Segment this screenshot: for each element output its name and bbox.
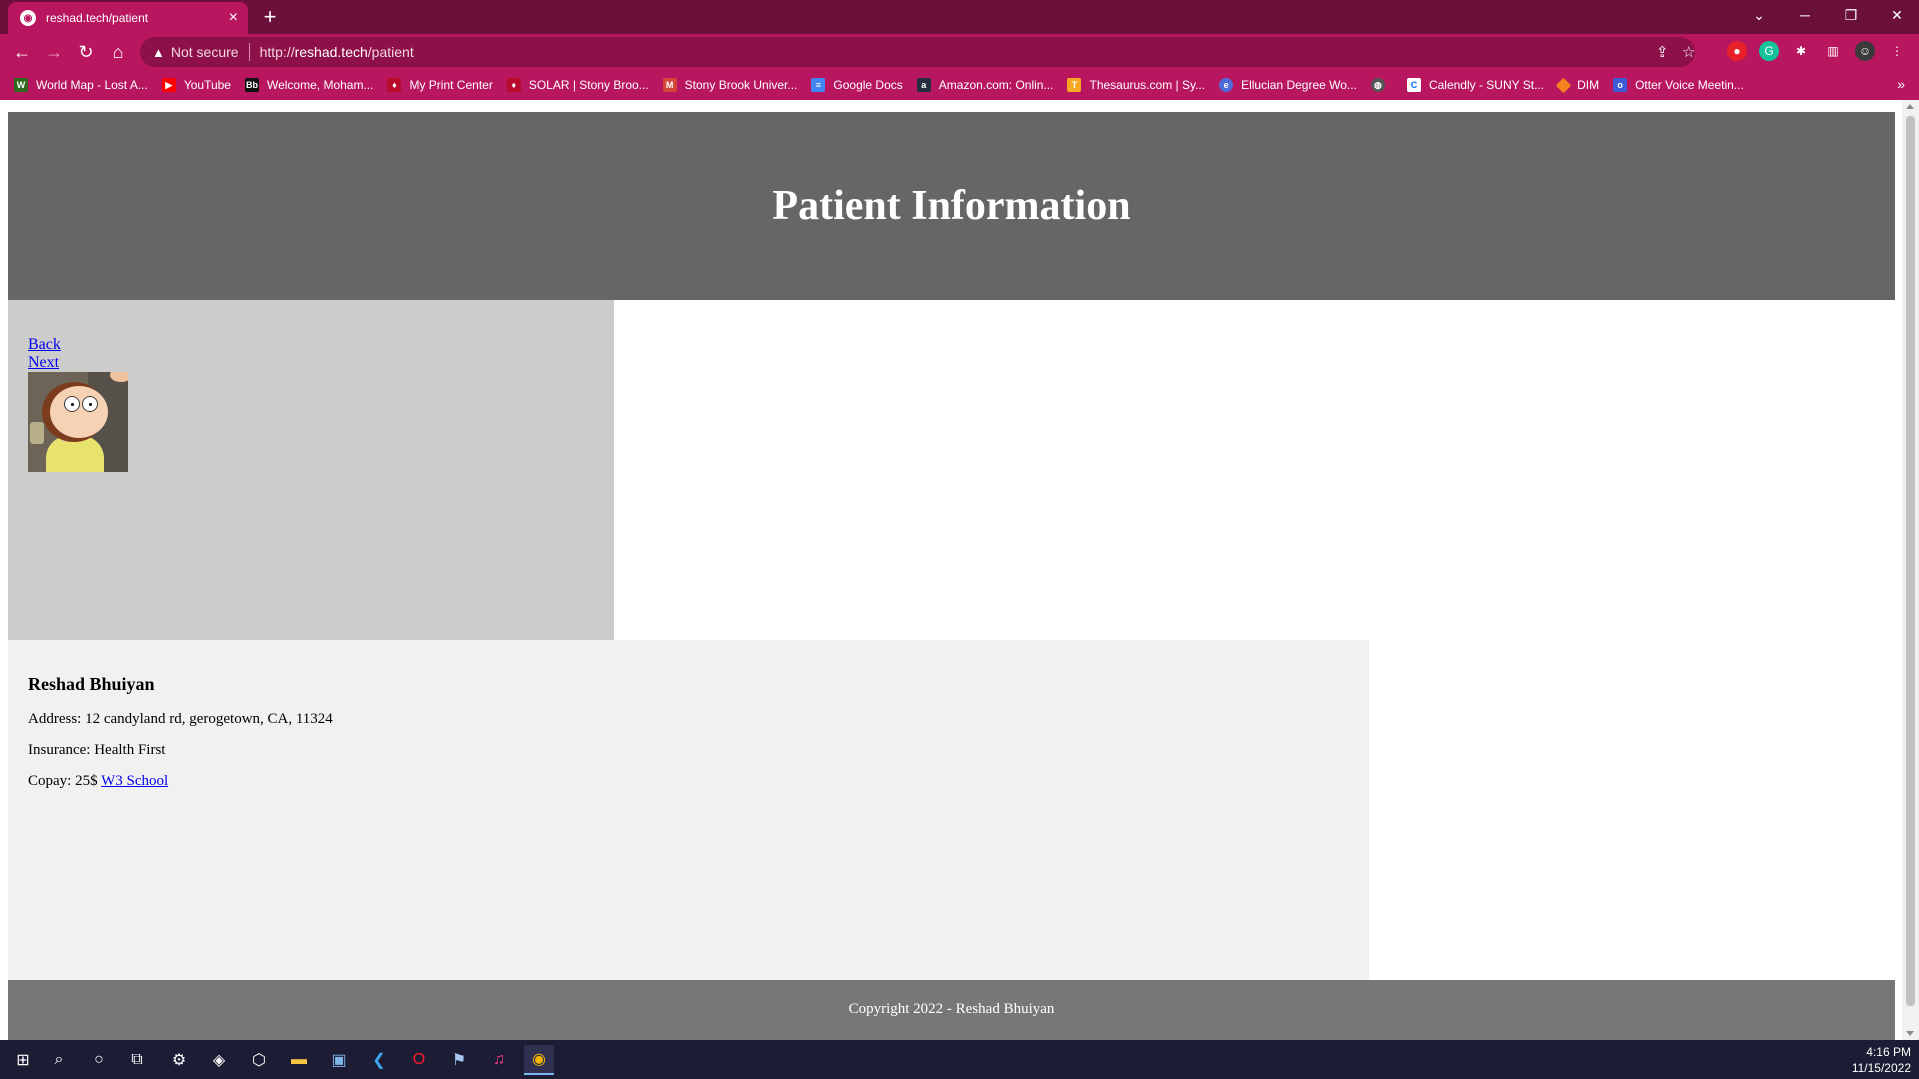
w3-school-link[interactable]: W3 School xyxy=(101,773,168,789)
omnibox-divider xyxy=(248,43,250,61)
tab-title: reshad.tech/patient xyxy=(46,11,149,25)
share-icon[interactable]: ⇪ xyxy=(1656,43,1669,61)
bookmark-item[interactable]: ♦ SOLAR | Stony Broo... xyxy=(506,78,649,92)
world-map-icon: W xyxy=(14,78,28,92)
browser-tab-active[interactable]: ◉ reshad.tech/patient × xyxy=(8,2,248,34)
system-clock[interactable]: 4:16 PM 11/15/2022 xyxy=(1852,1044,1911,1076)
windows-start-icon[interactable]: ⊞ xyxy=(8,1045,38,1075)
print-center-icon: ♦ xyxy=(387,78,402,92)
bookmark-item[interactable]: a Amazon.com: Onlin... xyxy=(916,78,1053,92)
otter-icon: o xyxy=(1613,78,1628,92)
page-footer: Copyright 2022 - Reshad Bhuiyan xyxy=(8,980,1895,1040)
clock-date: 11/15/2022 xyxy=(1851,1061,1911,1075)
clock-time: 4:16 PM xyxy=(1866,1045,1911,1059)
scrollbar-thumb[interactable] xyxy=(1906,116,1915,1006)
file-explorer-icon[interactable]: ▬ xyxy=(284,1045,314,1075)
itunes-icon[interactable]: ♫ xyxy=(484,1045,514,1075)
settings-gear-icon[interactable]: ⚙ xyxy=(164,1045,194,1075)
bookmark-item[interactable]: C Calendly - SUNY St... xyxy=(1406,78,1544,92)
browser-toolbar: ← → ↻ ⌂ ▲ Not secure http://reshad.tech/… xyxy=(0,34,1919,70)
web-page: Patient Information Back Next Reshad Bhu… xyxy=(0,100,1919,1040)
address-bar[interactable]: ▲ Not secure http://reshad.tech/patient … xyxy=(140,37,1695,67)
bookmark-item[interactable]: ▶ YouTube xyxy=(161,78,231,92)
security-status[interactable]: Not secure xyxy=(171,44,239,60)
next-link[interactable]: Next xyxy=(28,354,614,372)
remote-desktop-icon[interactable]: ▣ xyxy=(324,1045,354,1075)
amazon-icon: a xyxy=(916,78,931,92)
restore-button[interactable]: ❐ xyxy=(1828,0,1874,30)
scroll-up-arrow-icon[interactable] xyxy=(1906,104,1914,109)
task-view-icon[interactable]: ⧉ xyxy=(122,1045,152,1075)
forward-arrow-icon[interactable]: → xyxy=(40,38,68,66)
bookmarks-bar: W World Map - Lost A... ▶ YouTube Bb Welcom… xyxy=(0,70,1919,100)
gmail-icon: M xyxy=(662,78,677,92)
solar-icon: ♦ xyxy=(506,78,521,92)
side-panel-icon[interactable]: ▥ xyxy=(1823,41,1843,61)
bookmark-item[interactable]: Bb Welcome, Moham... xyxy=(244,78,373,92)
back-link[interactable]: Back xyxy=(28,336,614,354)
window-close-button[interactable]: ✕ xyxy=(1874,0,1919,30)
search-icon[interactable]: ⌕ xyxy=(44,1045,74,1075)
url-text[interactable]: http://reshad.tech/patient xyxy=(260,44,414,60)
windows-taskbar: ⊞ ⌕ ○ ⧉ ⚙ ◈ ⬡ ▬ ▣ ❮ O ⚑ ♫ ◉ 4:16 PM 11/1… xyxy=(0,1040,1919,1079)
youtube-icon: ▶ xyxy=(161,78,176,92)
dim-icon xyxy=(1555,77,1572,93)
patient-copay-line: Copay: 25$ W3 School xyxy=(28,773,1349,790)
home-icon[interactable]: ⌂ xyxy=(104,38,132,66)
chrome-taskbar-icon[interactable]: ◉ xyxy=(524,1045,554,1075)
new-tab-button[interactable]: + xyxy=(258,5,282,29)
tab-close-icon[interactable]: × xyxy=(229,10,238,26)
chrome-favicon-icon: ◉ xyxy=(20,10,36,26)
bookmark-item[interactable]: DIM xyxy=(1555,77,1599,93)
bookmark-item[interactable]: o Otter Voice Meetin... xyxy=(1613,78,1744,92)
bookmark-item[interactable]: W World Map - Lost A... xyxy=(14,78,148,92)
blackboard-icon: Bb xyxy=(244,78,259,92)
chrome-menu-icon[interactable]: ⋮ xyxy=(1887,41,1907,61)
shield-app-icon[interactable]: ◈ xyxy=(204,1045,234,1075)
unity-icon[interactable]: ⬡ xyxy=(244,1045,274,1075)
back-arrow-icon[interactable]: ← xyxy=(8,38,36,66)
bookmark-item[interactable]: T Thesaurus.com | Sy... xyxy=(1067,78,1205,92)
network-app-icon[interactable]: ⚑ xyxy=(444,1045,474,1075)
page-title: Patient Information xyxy=(772,183,1131,229)
copyright-text: Copyright 2022 - Reshad Bhuiyan xyxy=(848,1001,1055,1017)
globe-icon: ◍ xyxy=(1370,78,1385,92)
patient-info-panel: Reshad Bhuiyan Address: 12 candyland rd,… xyxy=(8,640,1369,980)
grammarly-icon[interactable]: G xyxy=(1759,41,1779,61)
google-docs-icon: ≡ xyxy=(811,78,826,92)
cortana-icon[interactable]: ○ xyxy=(84,1045,114,1075)
patient-avatar-image xyxy=(28,372,128,472)
bookmark-item[interactable]: ≡ Google Docs xyxy=(811,78,903,92)
reload-icon[interactable]: ↻ xyxy=(72,38,100,66)
thesaurus-icon: T xyxy=(1067,78,1082,92)
extension-red-icon[interactable]: ● xyxy=(1727,41,1747,61)
patient-copay: Copay: 25$ xyxy=(28,773,98,789)
bookmark-item[interactable]: e Ellucian Degree Wo... xyxy=(1219,78,1357,92)
browser-tabstrip: ◉ reshad.tech/patient × + ⌄ ─ ❐ ✕ xyxy=(0,0,1919,34)
profile-avatar-icon[interactable]: ☺ xyxy=(1855,41,1875,61)
vscode-icon[interactable]: ❮ xyxy=(364,1045,394,1075)
opera-icon[interactable]: O xyxy=(404,1045,434,1075)
patient-name: Reshad Bhuiyan xyxy=(28,674,155,694)
calendly-icon: C xyxy=(1406,78,1421,92)
minimize-button[interactable]: ─ xyxy=(1782,0,1828,30)
bookmark-star-icon[interactable]: ☆ xyxy=(1682,43,1695,61)
extensions-puzzle-icon[interactable]: ✱ xyxy=(1791,41,1811,61)
side-navigation: Back Next xyxy=(8,300,614,640)
bookmark-item[interactable]: ♦ My Print Center xyxy=(387,78,493,92)
page-scrollbar[interactable] xyxy=(1902,100,1919,1040)
tab-search-chevron-icon[interactable]: ⌄ xyxy=(1736,0,1782,30)
patient-insurance: Insurance: Health First xyxy=(28,742,166,758)
ellucian-icon: e xyxy=(1219,78,1234,92)
page-header: Patient Information xyxy=(8,112,1895,300)
bookmark-item[interactable]: ◍ xyxy=(1370,78,1393,92)
warning-triangle-icon: ▲ xyxy=(152,44,165,60)
more-bookmarks-chevron-icon[interactable]: » xyxy=(1897,76,1905,92)
patient-address: Address: 12 candyland rd, gerogetown, CA… xyxy=(28,711,333,727)
scroll-down-arrow-icon[interactable] xyxy=(1906,1031,1914,1036)
bookmark-item[interactable]: M Stony Brook Univer... xyxy=(662,78,797,92)
